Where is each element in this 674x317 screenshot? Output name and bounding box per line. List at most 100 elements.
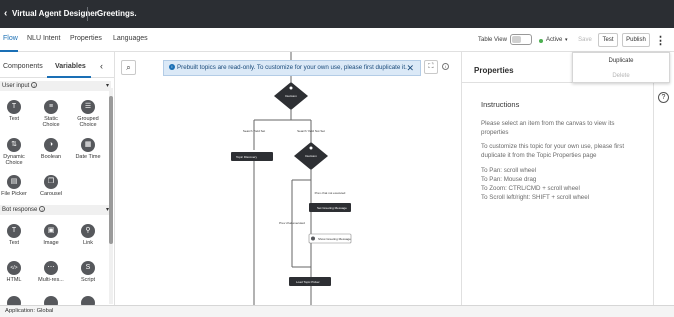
node-label: Set Greeting Message	[317, 206, 347, 210]
info-icon[interactable]: i	[442, 63, 449, 70]
decision-icon	[289, 86, 293, 90]
info-icon: i	[169, 64, 175, 71]
component-dynamic-choice[interactable]: ⇅ Dynamic Choice	[0, 138, 28, 166]
instruction-pan-drag: To Pan: Mouse drag	[481, 176, 537, 183]
topic-name: Greetings.	[97, 9, 137, 18]
section-title: User input	[2, 83, 30, 89]
boolean-icon: ◑	[44, 138, 58, 152]
component-link[interactable]: ⚲ Link	[74, 224, 102, 246]
calendar-icon: ▦	[81, 138, 95, 152]
component-carousel[interactable]: ❐ Carousel	[37, 175, 65, 197]
panel-scrollbar[interactable]	[109, 88, 113, 304]
instruction-scroll: To Scroll left/right: SHIFT + scroll whe…	[481, 194, 590, 201]
grouped-list-icon: ☰	[81, 100, 95, 114]
user-input-section-header[interactable]: User input i ▾	[0, 81, 111, 91]
decision-label: Decision	[305, 154, 317, 158]
dynamic-list-icon: ⇅	[7, 138, 21, 152]
info-icon[interactable]: i	[31, 82, 38, 89]
component-label: Static Choice	[42, 116, 60, 128]
bot-response-section-header[interactable]: Bot response i ▾	[0, 205, 111, 215]
component-boolean[interactable]: ◑ Boolean	[37, 138, 65, 160]
flow-diagram: Decision Search Yield Set Search Yield N…	[231, 52, 352, 305]
instructions-title: Instructions	[481, 100, 520, 109]
component-static-choice[interactable]: ≡ Static Choice	[37, 100, 65, 128]
component-label: Boolean	[40, 154, 62, 160]
collapse-panel-icon[interactable]: ‹	[100, 61, 103, 71]
instruction-text: To customize this topic for your own use…	[481, 143, 625, 159]
component-script[interactable]: S Script	[74, 261, 102, 283]
flow-canvas[interactable]: Decision Search Yield Set Search Yield N…	[115, 52, 461, 305]
branch-label: Search Yield Not Set	[297, 129, 325, 133]
tab-variables[interactable]: Variables	[55, 63, 86, 70]
component-text[interactable]: T Text	[0, 100, 28, 122]
script-icon: S	[81, 261, 95, 275]
banner-text: Prebuilt topics are read-only. To custom…	[177, 64, 407, 71]
properties-title: Properties	[474, 66, 514, 75]
more-options-menu: Duplicate Delete	[572, 52, 670, 83]
component-label: Multi-res...	[38, 277, 64, 283]
instruction-zoom: To Zoom: CTRL/CMD + scroll wheel	[481, 185, 580, 192]
save-button[interactable]: Save	[575, 33, 595, 47]
tab-languages[interactable]: Languages	[113, 35, 148, 42]
component-label: File Picker	[1, 191, 27, 197]
right-sidebar: ?	[653, 83, 674, 305]
text-icon: T	[7, 224, 21, 238]
close-icon[interactable]: ✕	[406, 61, 414, 75]
multi-response-icon: ⋯	[44, 261, 58, 275]
status-dropdown[interactable]: Active	[546, 37, 562, 43]
table-view-label: Table View	[478, 37, 507, 43]
node-label: Show Greeting Message	[318, 237, 351, 241]
publish-button[interactable]: Publish	[622, 33, 650, 47]
node-label: Topic Discovery	[236, 155, 258, 159]
component-label: Date Time	[75, 154, 101, 160]
link-icon: ⚲	[81, 224, 95, 238]
header-bar: ‹ Virtual Agent Designer Greetings.	[0, 0, 674, 28]
instruction-text: Please select an item from the canvas to…	[481, 120, 615, 136]
table-view-toggle[interactable]	[510, 34, 532, 45]
tab-components[interactable]: Components	[3, 63, 43, 70]
branch-label: Search Yield Set	[243, 129, 265, 133]
condition-label: Prev chat not executed	[315, 191, 346, 195]
component-grouped-choice[interactable]: ☰ Grouped Choice	[74, 100, 102, 128]
component-label: Script	[80, 277, 96, 283]
component-label: Carousel	[39, 191, 62, 197]
condition-label: Prev chat executed	[279, 221, 305, 225]
component-label: Text	[8, 116, 20, 122]
duplicate-menu-item[interactable]: Duplicate	[573, 54, 669, 68]
delete-menu-item[interactable]: Delete	[573, 69, 669, 83]
tab-nlu-intent[interactable]: NLU Intent	[27, 35, 60, 42]
application-scope: Application: Global	[5, 308, 54, 314]
chevron-left-icon[interactable]: ‹	[4, 8, 7, 19]
carousel-icon: ❐	[44, 175, 58, 189]
tab-properties[interactable]: Properties	[70, 35, 102, 42]
component-html[interactable]: </> HTML	[0, 261, 28, 283]
section-title: Bot response	[2, 207, 38, 213]
tab-flow[interactable]: Flow	[3, 35, 18, 42]
component-label: Grouped Choice	[77, 116, 99, 128]
search-icon[interactable]: ⌕	[121, 60, 136, 75]
image-icon: ▣	[44, 224, 58, 238]
scrollbar-thumb[interactable]	[109, 96, 113, 244]
components-panel: Components Variables ‹ User input i ▾ TT…	[0, 52, 115, 310]
more-options-icon[interactable]: ⋮	[655, 34, 666, 47]
component-file-picker[interactable]: ▤ File Picker	[0, 175, 28, 197]
node-label: Load Topic Picker	[296, 280, 320, 284]
fit-to-screen-icon[interactable]: ⛶	[424, 60, 438, 74]
test-button[interactable]: Test	[598, 33, 618, 47]
component-image[interactable]: ▣ Image	[37, 224, 65, 246]
component-label: Link	[82, 240, 94, 246]
chevron-down-icon[interactable]: ▾	[565, 37, 568, 43]
toggle-knob	[512, 36, 521, 43]
help-icon[interactable]: ?	[658, 92, 669, 103]
component-bot-text[interactable]: T Text	[0, 224, 28, 246]
read-only-banner: i Prebuilt topics are read-only. To custo…	[163, 60, 421, 76]
footer-bar: Application: Global	[0, 305, 674, 317]
info-icon[interactable]: i	[39, 206, 46, 213]
app-title: Virtual Agent Designer	[12, 9, 98, 18]
component-date-time[interactable]: ▦ Date Time	[74, 138, 102, 160]
instruction-pan-scroll: To Pan: scroll wheel	[481, 167, 537, 174]
component-multi-response[interactable]: ⋯ Multi-res...	[37, 261, 65, 283]
message-icon	[311, 236, 315, 241]
code-icon: </>	[7, 261, 21, 275]
component-label: Text	[8, 240, 20, 246]
